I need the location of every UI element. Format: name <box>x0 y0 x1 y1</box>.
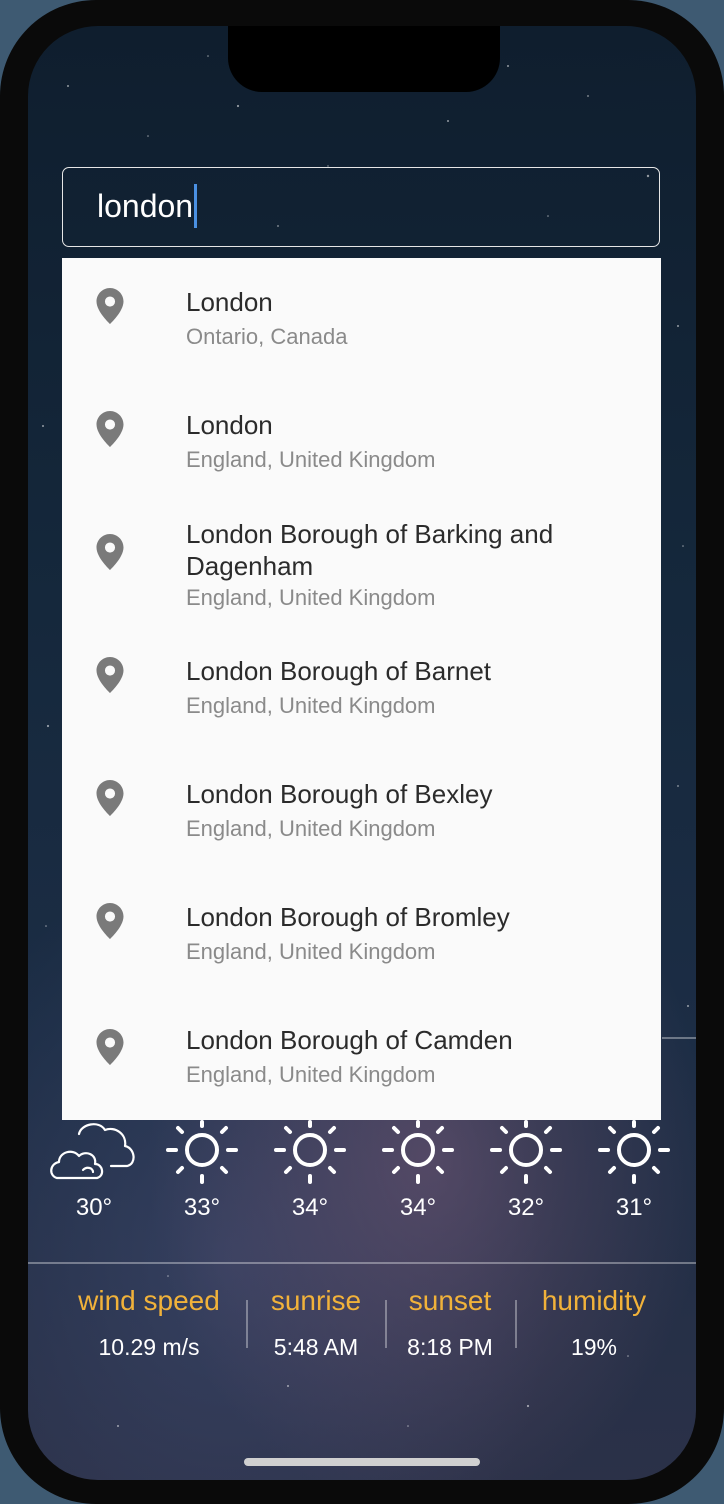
hourly-temp: 34° <box>399 1194 437 1221</box>
section-divider <box>662 1037 696 1039</box>
suggestion-subtitle: England, United Kingdom <box>186 1062 436 1087</box>
suggestion-subtitle: England, United Kingdom <box>186 585 436 610</box>
stat-separator <box>515 1300 517 1348</box>
stat-wind-speed: wind speed 10.29 m/s <box>62 1284 236 1362</box>
hourly-temp: 33° <box>183 1194 221 1221</box>
home-indicator[interactable] <box>244 1458 480 1466</box>
device-notch <box>228 26 500 92</box>
sun-icon <box>166 1120 238 1184</box>
hourly-item: 32° <box>476 1120 576 1222</box>
stat-label: sunset <box>408 1285 492 1316</box>
suggestion-title: London <box>186 410 273 440</box>
hourly-temp: 34° <box>291 1194 329 1221</box>
suggestion-title: London Borough of Bromley <box>186 902 510 932</box>
hourly-item: 30° <box>44 1120 144 1222</box>
text-caret <box>194 183 198 228</box>
stat-value: 5:48 AM <box>273 1334 359 1360</box>
hourly-forecast: 30° 33° 34° 34° 32° 31° <box>28 1120 696 1250</box>
suggestion-item[interactable]: London England, United Kingdom <box>62 381 661 504</box>
hourly-temp: 32° <box>507 1194 545 1221</box>
suggestion-subtitle: England, United Kingdom <box>186 693 436 718</box>
sun-icon <box>490 1120 562 1184</box>
stat-label: sunrise <box>270 1285 362 1316</box>
location-pin-icon <box>96 780 124 816</box>
cloud-icon <box>50 1123 135 1180</box>
search-input-text: london <box>97 188 194 224</box>
suggestion-item[interactable]: London Borough of Bexley England, United… <box>62 750 661 873</box>
hourly-item: 34° <box>260 1120 360 1222</box>
suggestion-item[interactable]: London Borough of Bromley England, Unite… <box>62 873 661 996</box>
stat-sunset: sunset 8:18 PM <box>394 1284 506 1362</box>
suggestion-item[interactable]: London Borough of Camden England, United… <box>62 996 661 1119</box>
stat-separator <box>246 1300 248 1348</box>
suggestion-title: London Borough of Camden <box>186 1025 513 1055</box>
hourly-item: 31° <box>584 1120 684 1222</box>
sun-icon <box>274 1120 346 1184</box>
stat-separator <box>385 1300 387 1348</box>
suggestion-item[interactable]: London Borough of Barnet England, United… <box>62 627 661 750</box>
suggestions-dropdown: London Ontario, Canada London England, U… <box>62 258 661 1120</box>
phone-frame: london London Ontario, Canada London Eng… <box>0 0 724 1504</box>
location-pin-icon <box>96 411 124 447</box>
stat-sunrise: sunrise 5:48 AM <box>256 1284 376 1362</box>
stat-value: 10.29 m/s <box>98 1334 200 1360</box>
stats-divider <box>28 1262 696 1264</box>
stat-label: humidity <box>541 1285 647 1316</box>
search-input[interactable]: london <box>97 183 198 228</box>
location-pin-icon <box>96 657 124 693</box>
stat-value: 8:18 PM <box>407 1334 493 1360</box>
sun-icon <box>598 1120 670 1184</box>
hourly-item: 33° <box>152 1120 252 1222</box>
stat-label: wind speed <box>78 1285 220 1316</box>
suggestion-title: London Borough of Barking and Dagenham <box>186 519 554 581</box>
location-pin-icon <box>96 903 124 939</box>
sun-icon <box>382 1120 454 1184</box>
hourly-item: 34° <box>368 1120 468 1222</box>
suggestion-title: London Borough of Barnet <box>186 656 492 686</box>
suggestion-subtitle: England, United Kingdom <box>186 939 436 964</box>
city-search-field[interactable]: london <box>62 167 660 247</box>
stat-humidity: humidity 19% <box>528 1284 660 1362</box>
suggestion-subtitle: England, United Kingdom <box>186 816 436 841</box>
hourly-temp: 30° <box>75 1194 113 1221</box>
suggestion-subtitle: England, United Kingdom <box>186 447 436 472</box>
stat-value: 19% <box>570 1334 618 1360</box>
suggestion-title: London Borough of Bexley <box>186 779 493 809</box>
hourly-temp: 31° <box>615 1194 653 1221</box>
location-pin-icon <box>96 1029 124 1065</box>
location-pin-icon <box>96 534 124 570</box>
suggestion-title: London <box>186 287 273 317</box>
suggestion-item[interactable]: London Ontario, Canada <box>62 258 661 381</box>
location-pin-icon <box>96 288 124 324</box>
suggestion-subtitle: Ontario, Canada <box>186 324 348 349</box>
suggestion-item[interactable]: London Borough of Barking and Dagenham E… <box>62 504 661 627</box>
